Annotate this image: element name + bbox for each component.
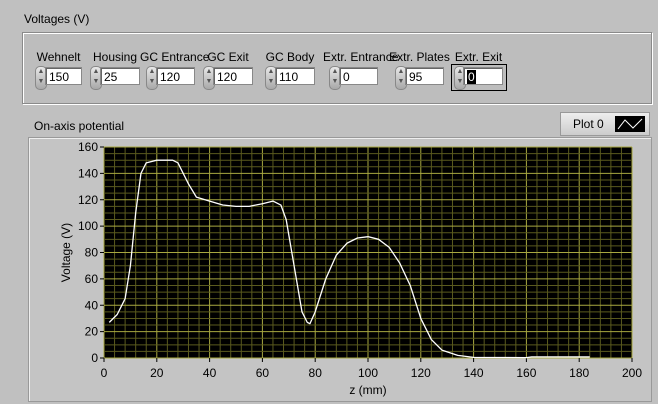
chart: 0 20 40 60 80 100 120 140 160 180 200 0 20 40 60 80 100 1… [59, 140, 642, 397]
y-tick-label: 140 [78, 166, 98, 180]
y-tick-label: 100 [78, 219, 98, 233]
x-tick-label: 100 [358, 366, 378, 380]
x-tick-label: 0 [101, 366, 108, 380]
x-tick-label: 140 [464, 366, 484, 380]
y-tick-label: 40 [85, 298, 99, 312]
y-tick-label: 120 [78, 193, 98, 207]
x-tick-label: 40 [203, 366, 217, 380]
y-axis-label: Voltage (V) [59, 223, 73, 282]
x-tick-label: 120 [411, 366, 431, 380]
y-tick-label: 20 [85, 325, 99, 339]
x-axis-label: z (mm) [349, 383, 386, 397]
y-tick-label: 160 [78, 140, 98, 154]
x-tick-label: 60 [256, 366, 270, 380]
x-tick-label: 20 [150, 366, 164, 380]
x-tick-label: 160 [516, 366, 536, 380]
x-tick-label: 180 [569, 366, 589, 380]
x-tick-label: 200 [622, 366, 642, 380]
x-tick-label: 80 [309, 366, 323, 380]
y-tick-label: 60 [85, 272, 99, 286]
y-tick-label: 0 [91, 351, 98, 365]
y-tick-label: 80 [85, 246, 99, 260]
